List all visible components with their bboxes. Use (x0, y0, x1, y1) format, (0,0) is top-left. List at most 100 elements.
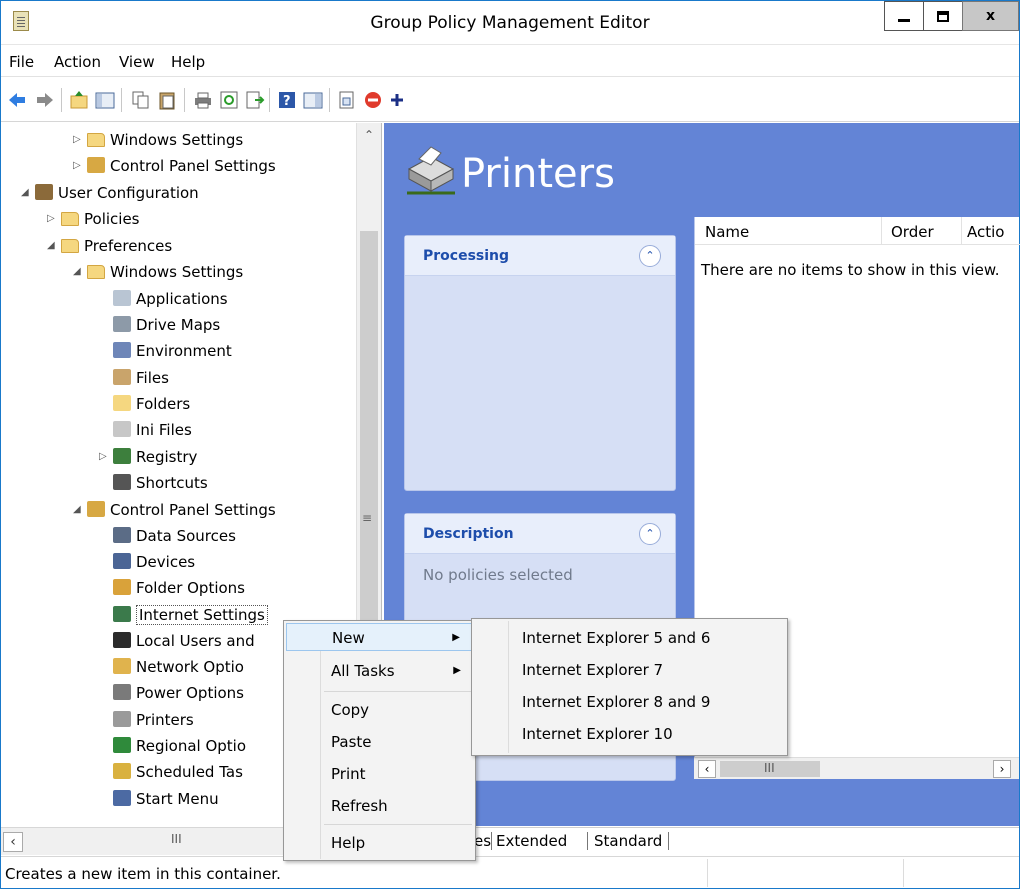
submenu-item-ie5-6[interactable]: Internet Explorer 5 and 6 (474, 623, 785, 653)
tree-item[interactable]: Files (99, 367, 169, 389)
collapse-icon[interactable]: ◢ (73, 261, 87, 283)
processing-header[interactable]: Processing ⌃ (405, 236, 675, 276)
export-list-icon[interactable] (245, 90, 265, 110)
tree-item[interactable]: ◢ User Configuration (21, 182, 199, 204)
tree-item-label: Data Sources (136, 527, 236, 545)
add-icon[interactable] (387, 90, 407, 110)
tree-item-label: Shortcuts (136, 474, 208, 492)
tree-item[interactable]: Regional Optio (99, 735, 246, 757)
tree-item[interactable]: ▷ Registry (99, 446, 197, 468)
maximize-icon (937, 10, 949, 22)
menu-item-new[interactable]: New ▶ (286, 623, 473, 651)
tree-item[interactable]: ◢ Control Panel Settings (73, 499, 276, 521)
status-divider (707, 859, 708, 887)
properties-icon[interactable] (337, 90, 357, 110)
tree-item[interactable]: Internet Settings (99, 604, 268, 626)
tree-item[interactable]: Ini Files (99, 419, 192, 441)
tree-item[interactable]: Local Users and (99, 630, 255, 652)
scroll-left-icon[interactable]: ‹ (698, 760, 716, 778)
refresh-icon[interactable] (219, 90, 239, 110)
submenu-item-ie7[interactable]: Internet Explorer 7 (474, 655, 785, 685)
status-bar: Creates a new item in this container. (1, 856, 1019, 888)
tree-item[interactable]: Drive Maps (99, 314, 220, 336)
column-name[interactable]: Name (705, 223, 749, 241)
column-divider[interactable] (961, 217, 962, 245)
expand-icon[interactable]: ▷ (73, 155, 87, 177)
tree-item[interactable]: Start Menu (99, 788, 219, 810)
forward-icon[interactable] (35, 90, 55, 110)
tree-item[interactable]: Applications (99, 288, 228, 310)
tree-item[interactable]: Power Options (99, 682, 244, 704)
tree-item[interactable]: Folder Options (99, 577, 245, 599)
scroll-up-icon[interactable]: ⌃ (357, 123, 381, 147)
close-button[interactable]: x (962, 1, 1019, 31)
tree-item[interactable]: Folders (99, 393, 190, 415)
back-icon[interactable] (7, 90, 27, 110)
tree-item[interactable]: ◢ Preferences (47, 235, 172, 257)
scroll-right-icon[interactable]: › (993, 760, 1011, 778)
column-divider[interactable] (881, 217, 882, 245)
submenu-item-ie8-9[interactable]: Internet Explorer 8 and 9 (474, 687, 785, 717)
collapse-icon[interactable]: ⌃ (639, 245, 661, 267)
tree-item[interactable]: ▷ Control Panel Settings (73, 155, 276, 177)
expand-icon[interactable]: ▷ (47, 208, 61, 230)
folder-options-icon (113, 579, 131, 595)
expand-icon[interactable]: ▷ (99, 446, 113, 468)
tree-item[interactable]: Printers (99, 709, 194, 731)
menu-bar: File Action View Help (1, 45, 1019, 77)
menu-item-paste[interactable]: Paste (286, 728, 473, 756)
ini-files-icon (113, 421, 131, 437)
shortcuts-icon (113, 474, 131, 490)
collapse-icon[interactable]: ◢ (47, 235, 61, 257)
stop-icon[interactable] (363, 90, 383, 110)
column-order[interactable]: Order (891, 223, 934, 241)
menu-item-refresh[interactable]: Refresh (286, 792, 473, 820)
tab-extended[interactable]: Extended (491, 832, 571, 850)
maximize-button[interactable] (923, 1, 963, 31)
folder-icon (61, 239, 79, 253)
menu-item-help[interactable]: Help (286, 829, 473, 857)
description-header[interactable]: Description ⌃ (405, 514, 675, 554)
paste-icon[interactable] (157, 90, 177, 110)
regional-options-icon (113, 737, 131, 753)
tree-item[interactable]: Devices (99, 551, 195, 573)
title-bar[interactable]: Group Policy Management Editor x (1, 1, 1019, 45)
menu-item-print[interactable]: Print (286, 760, 473, 788)
minimize-button[interactable] (884, 1, 924, 31)
expand-icon[interactable]: ▷ (73, 129, 87, 151)
tree-item-label: Power Options (136, 684, 244, 702)
tab-preferences[interactable]: es (474, 832, 491, 850)
menu-view[interactable]: View (119, 53, 155, 71)
scroll-left-icon[interactable]: ‹ (3, 832, 23, 852)
collapse-icon[interactable]: ◢ (73, 499, 87, 521)
tree-item-label: Windows Settings (110, 131, 244, 149)
tree-item[interactable]: Environment (99, 340, 232, 362)
menu-file[interactable]: File (9, 53, 34, 71)
show-hide-tree-icon[interactable] (95, 90, 115, 110)
tree-item[interactable]: ▷ Windows Settings (73, 129, 243, 151)
up-folder-icon[interactable] (69, 90, 89, 110)
collapse-icon[interactable]: ⌃ (639, 523, 661, 545)
menu-action[interactable]: Action (54, 53, 101, 71)
list-horizontal-scrollbar[interactable]: ‹ III › (694, 757, 1019, 779)
menu-item-all-tasks[interactable]: All Tasks ▶ (286, 657, 473, 685)
tree-item[interactable]: ▷ Policies (47, 208, 139, 230)
processing-label: Processing (423, 248, 510, 264)
menu-item-copy[interactable]: Copy (286, 696, 473, 724)
copy-icon[interactable] (131, 90, 151, 110)
empty-list-message: There are no items to show in this view. (701, 261, 1000, 279)
tree-item[interactable]: ◢ Windows Settings (73, 261, 243, 283)
print-icon[interactable] (193, 90, 213, 110)
tree-item[interactable]: Network Optio (99, 656, 244, 678)
help-icon[interactable]: ? (277, 90, 297, 110)
tab-standard[interactable]: Standard (587, 832, 670, 850)
collapse-icon[interactable]: ◢ (21, 182, 35, 204)
column-action[interactable]: Actio (967, 223, 1004, 241)
tree-item-label: Registry (136, 448, 198, 466)
tree-item[interactable]: Data Sources (99, 525, 236, 547)
submenu-item-ie10[interactable]: Internet Explorer 10 (474, 719, 785, 749)
menu-help[interactable]: Help (171, 53, 205, 71)
show-hide-action-pane-icon[interactable] (303, 90, 323, 110)
tree-item[interactable]: Shortcuts (99, 472, 208, 494)
tree-item[interactable]: Scheduled Tas (99, 761, 243, 783)
